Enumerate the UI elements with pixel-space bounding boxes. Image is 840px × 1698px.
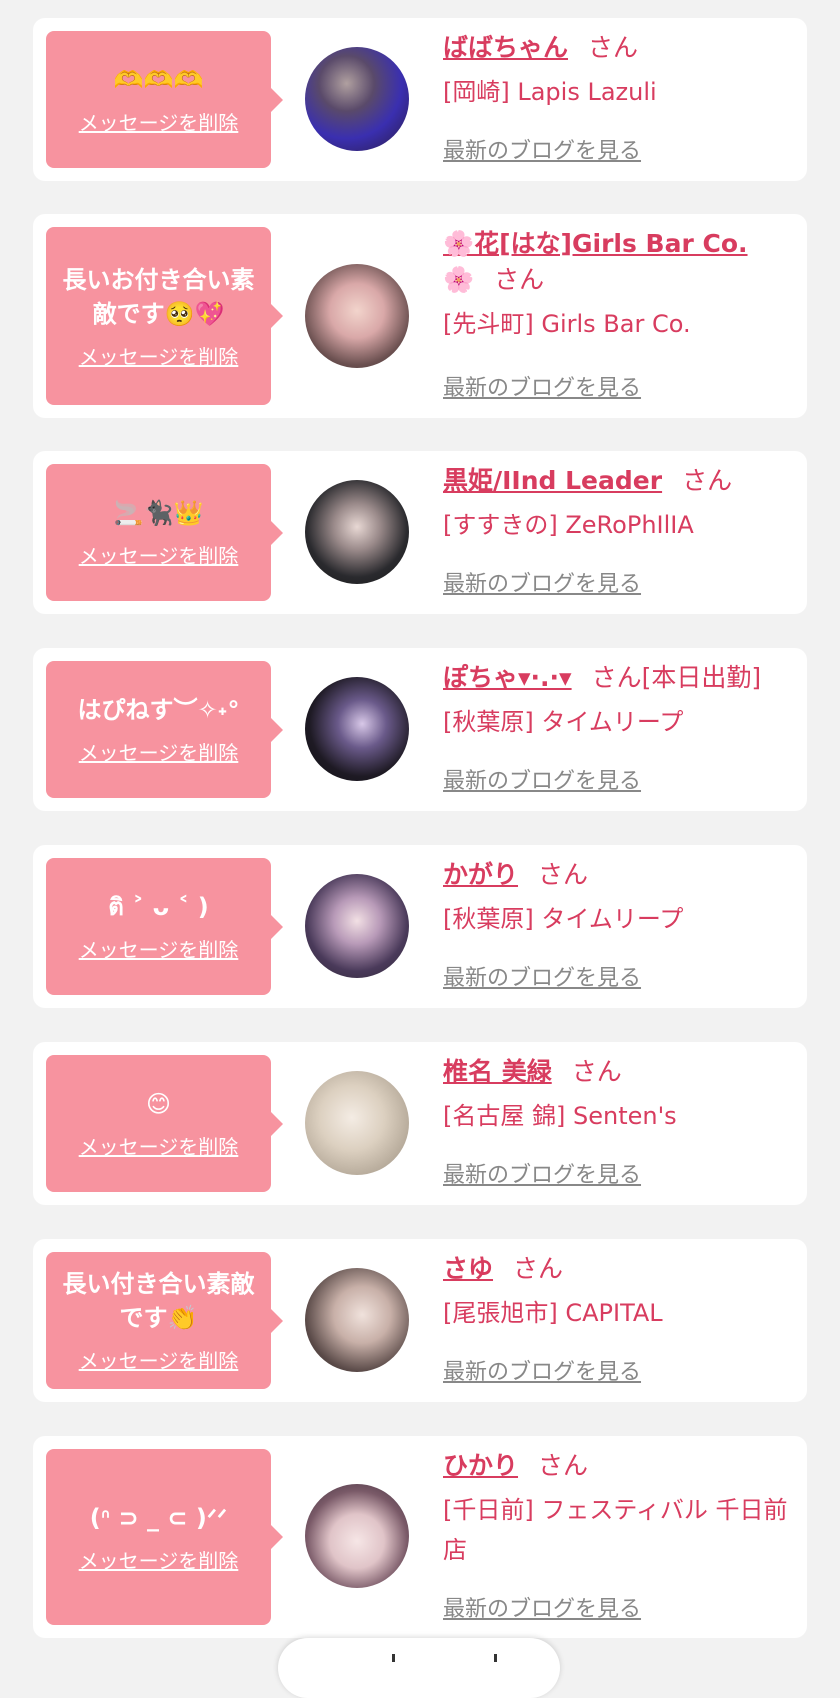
delete-message-link[interactable]: メッセージを削除 <box>79 934 239 963</box>
cast-info: ひかり さん [千日前] フェスティバル 千日前店 <box>443 1448 793 1570</box>
cast-info: 黒姫/IInd Leader さん [すすきの] ZeRoPhIlIA <box>443 463 793 545</box>
latest-blog-link[interactable]: 最新のブログを見る <box>443 1354 641 1386</box>
message-text: (ᐢ ⊃ _ ⊂ )ᐟᐟ <box>89 1503 228 1532</box>
cast-name-link[interactable]: 椎名 美緑 <box>443 1057 552 1086</box>
shop-label: [尾張旭市] CAPITAL <box>443 1299 663 1327</box>
cast-info: 🌸花[はな]Girls Bar Co. 🌸 さん [先斗町] Girls Bar … <box>443 226 793 344</box>
list-item: 🚬🐈‍⬛👑 メッセージを削除 黒姫/IInd Leader さん [すすきの] Z… <box>33 451 807 614</box>
shop-label: [岡崎] Lapis Lazuli <box>443 78 657 106</box>
tab-indicator <box>494 1654 497 1662</box>
cast-info: 椎名 美緑 さん [名古屋 錦] Senten's <box>443 1054 793 1136</box>
avatar[interactable] <box>305 1268 409 1372</box>
avatar[interactable] <box>305 1071 409 1175</box>
shop-label: [秋葉原] タイムリープ <box>443 708 684 736</box>
delete-message-link[interactable]: メッセージを削除 <box>79 540 239 569</box>
latest-blog-link[interactable]: 最新のブログを見る <box>443 1591 641 1623</box>
list-item: はぴねす︶✧˖° メッセージを削除 ぽちゃ▾·.·▾ さん[本日出勤] [秋葉原]… <box>33 648 807 811</box>
tab-indicator <box>392 1654 395 1662</box>
message-bubble: (ᐢ ⊃ _ ⊂ )ᐟᐟ メッセージを削除 <box>46 1449 283 1625</box>
cast-info: さゆ さん [尾張旭市] CAPITAL <box>443 1251 793 1333</box>
avatar[interactable] <box>305 874 409 978</box>
san-label: さん <box>588 33 639 62</box>
san-label: さん <box>513 1254 564 1283</box>
on-duty-badge: [本日出勤] <box>641 663 762 692</box>
shop-label: [秋葉原] タイムリープ <box>443 905 684 933</box>
list-item: 😊 メッセージを削除 椎名 美緑 さん [名古屋 錦] Senten's 最新のブ… <box>33 1042 807 1205</box>
message-text: はぴねす︶✧˖° <box>77 696 240 724</box>
name-suffix: 🌸 <box>443 265 475 294</box>
delete-message-link[interactable]: メッセージを削除 <box>79 1545 239 1574</box>
san-label: さん <box>571 1057 622 1086</box>
avatar[interactable] <box>305 677 409 781</box>
message-text: 🚬🐈‍⬛👑 <box>113 499 204 527</box>
bottom-tab-bar[interactable] <box>278 1638 560 1698</box>
cast-name-link[interactable]: かがり <box>443 860 518 889</box>
message-bubble: ติ ˃ ᴗ ˂ ) メッセージを削除 <box>46 858 283 995</box>
message-bubble: 長いお付き合い素敵です🥺💖 メッセージを削除 <box>46 227 283 405</box>
shop-label: [千日前] フェスティバル 千日前店 <box>443 1496 788 1564</box>
message-text: 長いお付き合い素敵です🥺💖 <box>62 265 255 328</box>
list-item: ติ ˃ ᴗ ˂ ) メッセージを削除 かがり さん [秋葉原] タイムリープ 最… <box>33 845 807 1008</box>
message-bubble: 長い付き合い素敵です👏 メッセージを削除 <box>46 1252 283 1389</box>
latest-blog-link[interactable]: 最新のブログを見る <box>443 763 641 795</box>
message-text: 😊 <box>145 1090 172 1118</box>
san-label: さん <box>538 1451 589 1480</box>
message-bubble: 🚬🐈‍⬛👑 メッセージを削除 <box>46 464 283 601</box>
avatar[interactable] <box>305 47 409 151</box>
message-bubble: はぴねす︶✧˖° メッセージを削除 <box>46 661 283 798</box>
san-label: さん <box>682 466 733 495</box>
avatar[interactable] <box>305 264 409 368</box>
message-bubble: 🫶🫶🫶 メッセージを削除 <box>46 31 283 168</box>
list-item: 🫶🫶🫶 メッセージを削除 ばばちゃん さん [岡崎] Lapis Lazuli 最… <box>33 18 807 181</box>
cast-info: ぽちゃ▾·.·▾ さん[本日出勤] [秋葉原] タイムリープ <box>443 660 803 742</box>
cast-name-link[interactable]: ぽちゃ▾·.·▾ <box>443 663 572 692</box>
cast-name-link[interactable]: ばばちゃん <box>443 33 568 62</box>
message-text: ติ ˃ ᴗ ˂ ) <box>108 893 209 921</box>
shop-label: [先斗町] Girls Bar Co. <box>443 310 691 338</box>
list-item: (ᐢ ⊃ _ ⊂ )ᐟᐟ メッセージを削除 ひかり さん [千日前] フェスティバ… <box>33 1436 807 1638</box>
delete-message-link[interactable]: メッセージを削除 <box>79 1345 239 1374</box>
delete-message-link[interactable]: メッセージを削除 <box>79 107 239 136</box>
cast-info: ばばちゃん さん [岡崎] Lapis Lazuli <box>443 30 793 112</box>
latest-blog-link[interactable]: 最新のブログを見る <box>443 566 641 598</box>
message-bubble: 😊 メッセージを削除 <box>46 1055 283 1192</box>
cast-name-link[interactable]: さゆ <box>443 1254 493 1283</box>
cast-info: かがり さん [秋葉原] タイムリープ <box>443 857 793 939</box>
message-text: 🫶🫶🫶 <box>113 66 204 94</box>
avatar[interactable] <box>305 1484 409 1588</box>
cast-name-link[interactable]: 黒姫/IInd Leader <box>443 466 662 495</box>
delete-message-link[interactable]: メッセージを削除 <box>79 1131 239 1160</box>
latest-blog-link[interactable]: 最新のブログを見る <box>443 370 641 402</box>
cast-name-link[interactable]: ひかり <box>443 1451 518 1480</box>
list-item: 長いお付き合い素敵です🥺💖 メッセージを削除 🌸花[はな]Girls Bar C… <box>33 214 807 418</box>
avatar[interactable] <box>305 480 409 584</box>
latest-blog-link[interactable]: 最新のブログを見る <box>443 960 641 992</box>
list-item: 長い付き合い素敵です👏 メッセージを削除 さゆ さん [尾張旭市] CAPITAL… <box>33 1239 807 1402</box>
san-label: さん <box>494 265 545 294</box>
san-label: さん <box>538 860 589 889</box>
san-label: さん <box>591 663 642 692</box>
shop-label: [すすきの] ZeRoPhIlIA <box>443 511 694 539</box>
delete-message-link[interactable]: メッセージを削除 <box>79 341 239 370</box>
delete-message-link[interactable]: メッセージを削除 <box>79 737 239 766</box>
latest-blog-link[interactable]: 最新のブログを見る <box>443 133 641 165</box>
latest-blog-link[interactable]: 最新のブログを見る <box>443 1157 641 1189</box>
shop-label: [名古屋 錦] Senten's <box>443 1102 677 1130</box>
message-text: 長い付き合い素敵です👏 <box>62 1270 255 1332</box>
cast-name-link[interactable]: 🌸花[はな]Girls Bar Co. <box>443 229 748 258</box>
